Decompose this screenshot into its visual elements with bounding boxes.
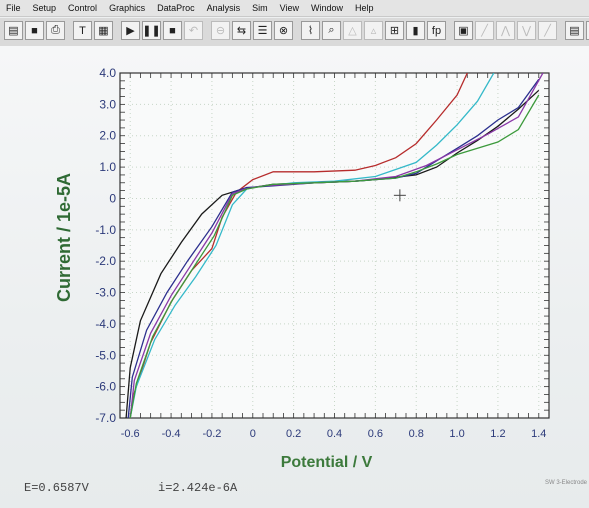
- x-tick-label: 0.2: [286, 428, 301, 440]
- overlay-icon[interactable]: ⊞: [385, 21, 404, 40]
- menu-window[interactable]: Window: [305, 3, 349, 13]
- report-icon[interactable]: ▤: [565, 21, 584, 40]
- open-icon[interactable]: ▤: [4, 21, 23, 40]
- graph-icon[interactable]: ⌇: [301, 21, 320, 40]
- menu-help[interactable]: Help: [349, 3, 380, 13]
- menu-view[interactable]: View: [274, 3, 305, 13]
- transfer-icon[interactable]: ⇆: [232, 21, 251, 40]
- menu-analysis[interactable]: Analysis: [201, 3, 247, 13]
- y-tick-label: 4.0: [99, 66, 116, 80]
- y-tick-label: -3.0: [95, 286, 116, 300]
- menu-control[interactable]: Control: [62, 3, 103, 13]
- filter-icon[interactable]: ⊖: [211, 21, 230, 40]
- fit4-icon[interactable]: ╱: [538, 21, 557, 40]
- plot-area: -0.6 -0.4 -0.2 0 0.2 0.4 0.6 0.8 1.0 1.2 1.4 4.0 3.0…: [0, 46, 589, 508]
- pause-icon[interactable]: ❚❚: [142, 21, 161, 40]
- fit3-icon[interactable]: ⋁: [517, 21, 536, 40]
- x-axis-label: Potential / V: [281, 454, 373, 471]
- reverse-icon[interactable]: ↶: [184, 21, 203, 40]
- x-tick-label: -0.6: [121, 428, 140, 440]
- menu-file[interactable]: File: [0, 3, 27, 13]
- y-tick-label: -7.0: [95, 411, 116, 425]
- fit2-icon[interactable]: ⋀: [496, 21, 515, 40]
- y-axis-label: Current / 1e-5A: [54, 173, 74, 302]
- menu-bar: File Setup Control Graphics DataProc Analysis…: [0, 0, 589, 17]
- y-tick-label: 2.0: [99, 129, 116, 143]
- fit1-icon[interactable]: ╱: [475, 21, 494, 40]
- y-tick-label: -4.0: [95, 317, 116, 331]
- x-tick-label: 0.6: [368, 428, 383, 440]
- layout-icon[interactable]: ▣: [454, 21, 473, 40]
- x-tick-label: 0.4: [327, 428, 342, 440]
- y-tick-label: -2.0: [95, 254, 116, 268]
- save-icon[interactable]: ■: [25, 21, 44, 40]
- y-tick-label: -1.0: [95, 223, 116, 237]
- menu-setup[interactable]: Setup: [27, 3, 63, 13]
- y-tick-label: -6.0: [95, 380, 116, 394]
- y-tick-label: 3.0: [99, 97, 116, 111]
- x-tick-label: 1.4: [531, 428, 546, 440]
- menu-sim[interactable]: Sim: [246, 3, 274, 13]
- color-icon[interactable]: ▮: [406, 21, 425, 40]
- smooth-icon[interactable]: ⊗: [274, 21, 293, 40]
- toolbar: ▤■⎙T▦▶❚❚■↶⊖⇆☰⊗⌇⌕△▵⊞▮fp▣╱⋀⋁╱▤?: [0, 18, 589, 47]
- stop-icon[interactable]: ■: [163, 21, 182, 40]
- table-icon[interactable]: ▦: [94, 21, 113, 40]
- current-readout: i=2.424e-6A: [158, 481, 238, 495]
- x-tick-label: 1.2: [490, 428, 505, 440]
- options-icon[interactable]: ☰: [253, 21, 272, 40]
- run-icon[interactable]: ▶: [121, 21, 140, 40]
- peak-icon[interactable]: △: [343, 21, 362, 40]
- x-tick-label: 0: [250, 428, 256, 440]
- fp-label-icon[interactable]: fp: [427, 21, 446, 40]
- corner-status-text: SW 3-Electrode: [544, 480, 587, 486]
- menu-dataproc[interactable]: DataProc: [151, 3, 201, 13]
- x-tick-label: -0.4: [162, 428, 181, 440]
- text-icon[interactable]: T: [73, 21, 92, 40]
- peak2-icon[interactable]: ▵: [364, 21, 383, 40]
- y-tick-label: -5.0: [95, 348, 116, 362]
- voltammogram-chart: -0.6 -0.4 -0.2 0 0.2 0.4 0.6 0.8 1.0 1.2 1.4 4.0 3.0…: [54, 66, 550, 471]
- print-icon[interactable]: ⎙: [46, 21, 65, 40]
- y-tick-label: 1.0: [99, 160, 116, 174]
- zoom-icon[interactable]: ⌕: [322, 21, 341, 40]
- x-tick-label: 1.0: [449, 428, 464, 440]
- potential-readout: E=0.6587V: [24, 481, 89, 495]
- menu-graphics[interactable]: Graphics: [103, 3, 151, 13]
- x-tick-label: -0.2: [202, 428, 221, 440]
- y-tick-label: 0: [109, 191, 116, 205]
- x-tick-label: 0.8: [409, 428, 424, 440]
